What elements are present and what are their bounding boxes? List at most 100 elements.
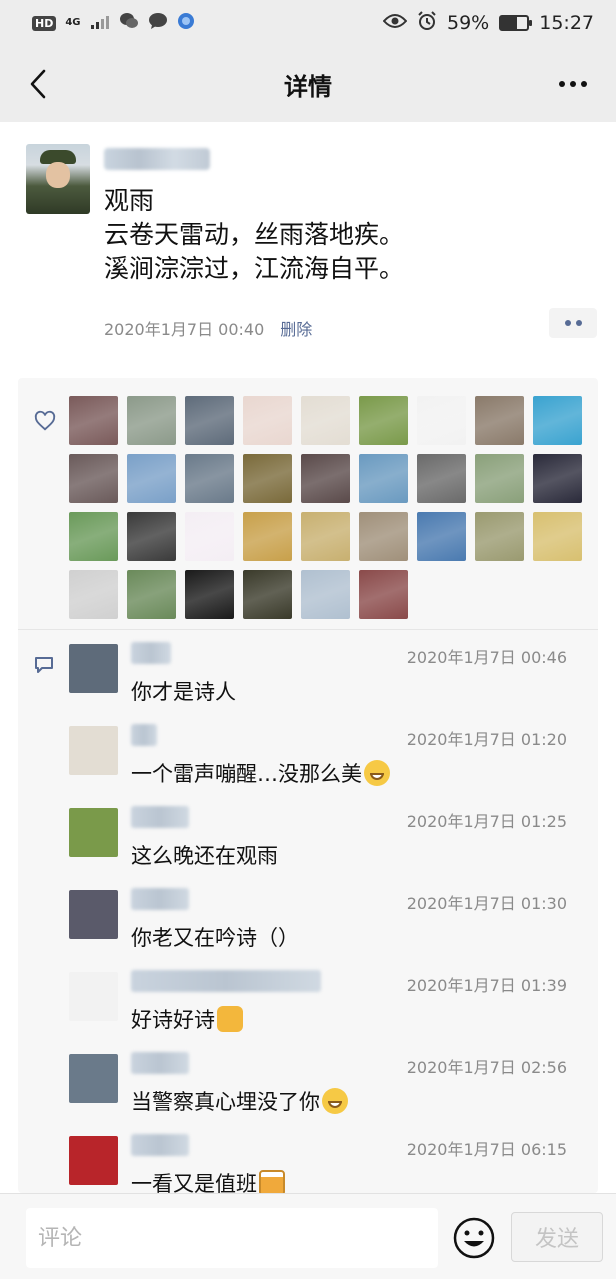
eye-icon — [382, 12, 408, 34]
liker-avatar[interactable] — [533, 454, 582, 503]
comment-row[interactable]: 2020年1月7日 01:20 一个雷声嘣醒…没那么美 — [69, 714, 579, 796]
interaction-panel: 2020年1月7日 00:46 你才是诗人 2020年1月7日 01:20 一个雷声嘣… — [18, 378, 598, 1196]
liker-avatar[interactable] — [301, 454, 350, 503]
liker-avatar[interactable] — [301, 570, 350, 619]
more-dots-icon — [564, 320, 571, 326]
comment-row[interactable]: 2020年1月7日 02:56 当警察真心埋没了你 — [69, 1042, 579, 1124]
liker-avatar[interactable] — [475, 396, 524, 445]
commenter-name-blurred[interactable] — [131, 1134, 189, 1156]
liker-avatar[interactable] — [359, 454, 408, 503]
post-line: 云卷天雷动，丝雨落地疾。 — [104, 220, 405, 249]
liker-avatar[interactable] — [243, 512, 292, 561]
commenter-avatar[interactable] — [69, 972, 118, 1021]
liker-avatar[interactable] — [417, 396, 466, 445]
comment-text: 你才是诗人 — [131, 676, 236, 706]
signal-icon — [90, 12, 110, 34]
liker-avatar[interactable] — [417, 454, 466, 503]
author-name-blurred[interactable] — [104, 148, 210, 170]
comment-row[interactable]: 2020年1月7日 01:30 你老又在吟诗（） — [69, 878, 579, 960]
liker-avatar[interactable] — [69, 454, 118, 503]
wechat-icon — [119, 12, 139, 35]
commenter-avatar[interactable] — [69, 808, 118, 857]
post-line: 观雨 — [104, 186, 155, 215]
alarm-icon — [417, 10, 437, 36]
comment-text-content: 你老又在吟诗（） — [131, 926, 299, 950]
commenter-avatar[interactable] — [69, 1136, 118, 1185]
commenter-avatar[interactable] — [69, 644, 118, 693]
commenter-avatar[interactable] — [69, 726, 118, 775]
liker-avatar[interactable] — [301, 512, 350, 561]
comment-row[interactable]: 2020年1月7日 01:25 这么晚还在观雨 — [69, 796, 579, 878]
message-icon — [148, 12, 168, 35]
commenter-name-blurred[interactable] — [131, 642, 171, 664]
liker-avatar[interactable] — [243, 396, 292, 445]
liker-avatar[interactable] — [301, 396, 350, 445]
liker-avatar[interactable] — [185, 396, 234, 445]
comment-time: 2020年1月7日 01:39 — [406, 976, 567, 995]
clock: 15:27 — [539, 12, 594, 34]
comment-input[interactable] — [26, 1208, 438, 1268]
commenter-name-blurred[interactable] — [131, 806, 189, 828]
liker-avatar[interactable] — [359, 570, 408, 619]
comment-text: 好诗好诗 — [131, 1004, 243, 1034]
liker-avatar[interactable] — [69, 396, 118, 445]
send-button[interactable]: 发送 — [511, 1212, 603, 1262]
liker-avatar[interactable] — [185, 454, 234, 503]
liker-avatar[interactable] — [127, 454, 176, 503]
nav-bar: 详情 — [0, 46, 616, 122]
comment-time: 2020年1月7日 00:46 — [406, 648, 567, 667]
heart-outline-icon — [34, 410, 56, 431]
comment-text: 你老又在吟诗（） — [131, 922, 299, 952]
more-button[interactable] — [548, 64, 598, 104]
author-avatar[interactable] — [26, 144, 90, 214]
emoji-button[interactable] — [452, 1216, 496, 1260]
liker-avatar[interactable] — [475, 512, 524, 561]
liker-avatar[interactable] — [243, 454, 292, 503]
commenter-name-blurred[interactable] — [131, 724, 157, 746]
commenter-name-blurred[interactable] — [131, 1052, 189, 1074]
comment-text-content: 当警察真心埋没了你 — [131, 1090, 320, 1114]
liker-avatar[interactable] — [185, 570, 234, 619]
liker-avatar[interactable] — [127, 512, 176, 561]
liker-avatar[interactable] — [243, 570, 292, 619]
commenter-name-blurred[interactable] — [131, 970, 321, 992]
comment-time: 2020年1月7日 01:20 — [406, 730, 567, 749]
app-icon — [177, 12, 195, 35]
liker-avatar[interactable] — [69, 512, 118, 561]
smiley-icon — [453, 1217, 495, 1259]
back-button[interactable] — [18, 64, 58, 104]
commenter-avatar[interactable] — [69, 890, 118, 939]
liker-avatar[interactable] — [533, 512, 582, 561]
delete-link[interactable]: 删除 — [280, 316, 312, 340]
network-indicator: 4G — [65, 17, 81, 28]
liker-avatar[interactable] — [359, 396, 408, 445]
comment-bar: 发送 — [0, 1193, 616, 1279]
like-comment-menu-button[interactable] — [549, 308, 597, 338]
comment-row[interactable]: 2020年1月7日 01:39 好诗好诗 — [69, 960, 579, 1042]
liker-avatar[interactable] — [127, 570, 176, 619]
laugh-emoji-icon — [364, 760, 390, 786]
comment-text: 这么晚还在观雨 — [131, 840, 278, 870]
liker-avatar[interactable] — [185, 512, 234, 561]
commenter-avatar[interactable] — [69, 1054, 118, 1103]
liker-avatar[interactable] — [475, 454, 524, 503]
commenter-name-blurred[interactable] — [131, 888, 189, 910]
liker-avatar[interactable] — [69, 570, 118, 619]
page-title: 详情 — [284, 72, 332, 101]
thumb-emoji-icon — [217, 1006, 243, 1032]
liker-avatar[interactable] — [359, 512, 408, 561]
liker-avatar[interactable] — [533, 396, 582, 445]
moment-post: 观雨 云卷天雷动，丝雨落地疾。 溪涧淙淙过，江流海自平。 2020年1月7日 0… — [0, 122, 616, 1196]
comment-text-content: 你才是诗人 — [131, 680, 236, 704]
comment-time: 2020年1月7日 01:25 — [406, 812, 567, 831]
comment-text-content: 一个雷声嘣醒…没那么美 — [131, 762, 362, 786]
liker-avatar[interactable] — [127, 396, 176, 445]
hd-badge: HD — [32, 15, 57, 31]
battery-icon — [499, 15, 533, 31]
liker-avatar[interactable] — [417, 512, 466, 561]
post-line: 溪涧淙淙过，江流海自平。 — [104, 254, 405, 283]
comment-row[interactable]: 2020年1月7日 00:46 你才是诗人 — [69, 632, 579, 714]
post-content: 观雨 云卷天雷动，丝雨落地疾。 溪涧淙淙过，江流海自平。 — [104, 184, 584, 286]
comment-text: 一个雷声嘣醒…没那么美 — [131, 758, 390, 788]
battery-percent: 59% — [447, 12, 490, 34]
